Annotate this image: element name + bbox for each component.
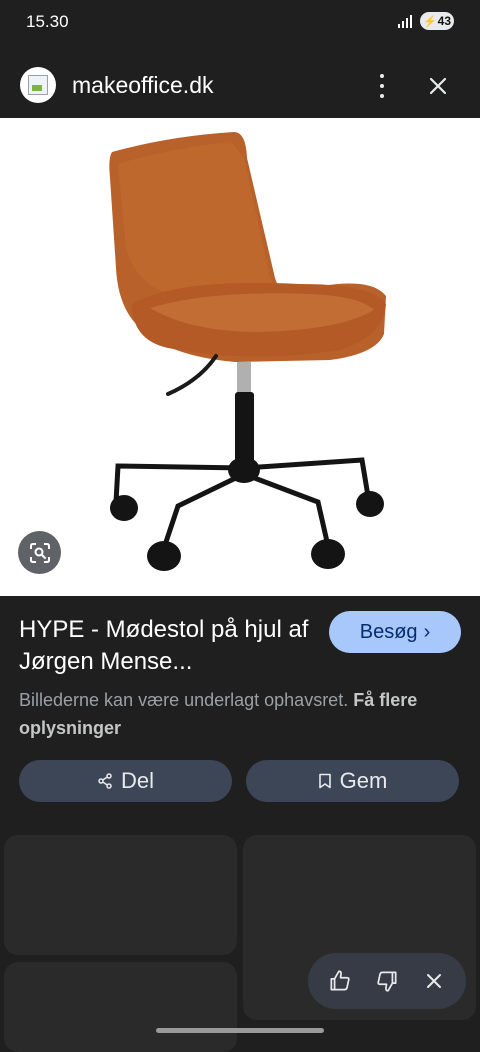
battery-level: 43 bbox=[437, 14, 452, 28]
product-image[interactable] bbox=[0, 118, 480, 596]
copyright-text: Billederne kan være underlagt ophavsret. bbox=[19, 690, 349, 710]
status-time: 15.30 bbox=[26, 12, 69, 31]
save-button[interactable]: Gem bbox=[246, 760, 459, 802]
close-icon[interactable] bbox=[426, 74, 450, 98]
thumbs-down-button[interactable] bbox=[371, 965, 403, 997]
copyright-notice: Billederne kan være underlagt ophavsret.… bbox=[19, 686, 459, 742]
status-bar: 15.30 ⚡ 43 bbox=[0, 0, 480, 46]
visit-button[interactable]: Besøg › bbox=[329, 611, 461, 653]
home-indicator[interactable] bbox=[156, 1028, 324, 1033]
viewer-header: makeoffice.dk bbox=[0, 52, 480, 118]
battery-icon: ⚡ 43 bbox=[420, 12, 454, 30]
more-options-icon[interactable] bbox=[372, 74, 392, 98]
visit-label: Besøg bbox=[359, 620, 418, 643]
share-label: Del bbox=[120, 768, 154, 793]
result-title[interactable]: HYPE - Mødestol på hjul af Jørgen Mense.… bbox=[19, 614, 319, 678]
lens-search-icon bbox=[29, 542, 50, 563]
signal-icon bbox=[398, 14, 412, 28]
related-result-card[interactable] bbox=[4, 835, 237, 955]
thumbs-up-button[interactable] bbox=[324, 965, 356, 997]
feedback-bar bbox=[308, 953, 466, 1009]
thumbs-up-icon bbox=[330, 970, 350, 991]
dismiss-icon bbox=[427, 974, 442, 988]
share-button[interactable]: Del bbox=[19, 760, 232, 802]
site-name[interactable]: makeoffice.dk bbox=[72, 72, 213, 99]
related-result-card[interactable] bbox=[4, 962, 237, 1052]
save-label: Gem bbox=[339, 768, 388, 793]
dismiss-feedback-button[interactable] bbox=[418, 965, 450, 997]
share-icon bbox=[98, 773, 112, 789]
chevron-right-icon: › bbox=[423, 620, 431, 643]
status-icons: ⚡ 43 bbox=[398, 12, 454, 30]
bookmark-icon bbox=[318, 773, 331, 789]
chair-image bbox=[109, 132, 386, 571]
thumbs-down-icon bbox=[377, 971, 397, 992]
lens-search-button[interactable] bbox=[18, 531, 61, 574]
favicon-icon bbox=[20, 67, 56, 103]
